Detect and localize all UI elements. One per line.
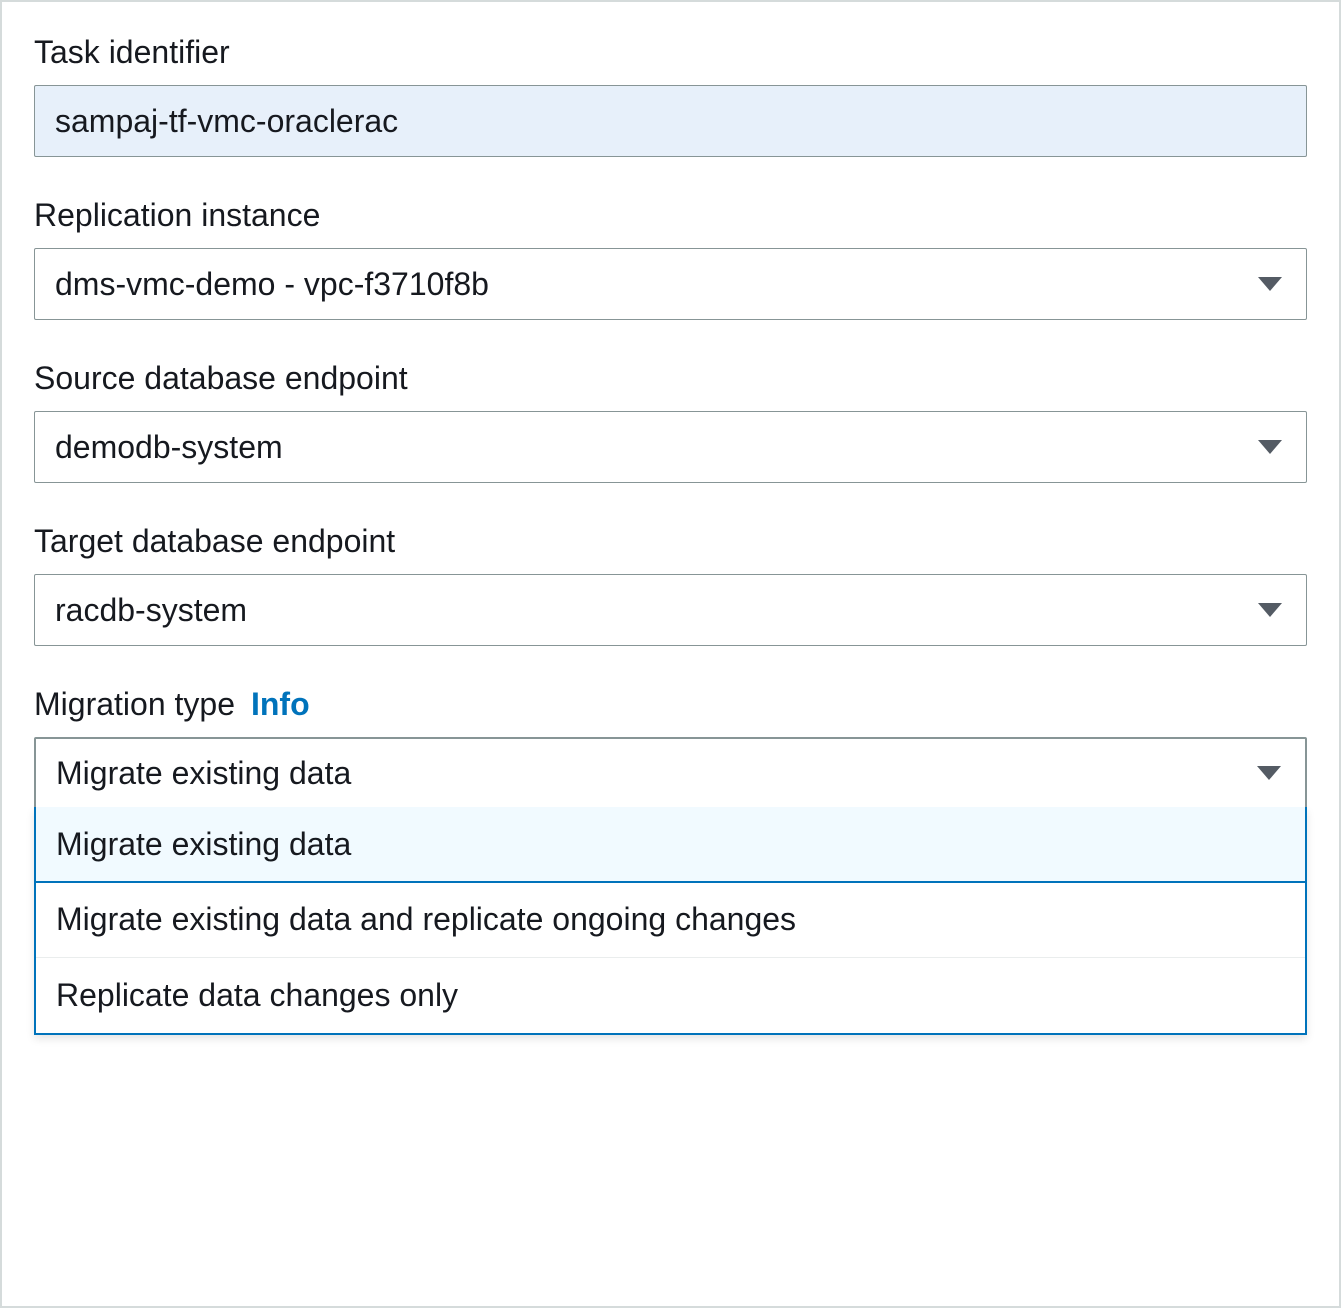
target-endpoint-select[interactable]: racdb-system [34, 574, 1307, 646]
migration-type-option[interactable]: Migrate existing data [34, 807, 1307, 883]
target-endpoint-label: Target database endpoint [34, 523, 395, 560]
migration-type-select[interactable]: Migrate existing data [34, 737, 1307, 809]
replication-instance-group: Replication instance dms-vmc-demo - vpc-… [34, 197, 1307, 320]
migration-type-group: Migration type Info Migrate existing dat… [34, 686, 1307, 1035]
caret-down-icon [1257, 766, 1281, 780]
replication-instance-label: Replication instance [34, 197, 320, 234]
migration-type-dropdown: Migrate existing data Migrate existing d… [34, 807, 1307, 1035]
task-identifier-input[interactable] [34, 85, 1307, 157]
target-endpoint-group: Target database endpoint racdb-system [34, 523, 1307, 646]
target-endpoint-value: racdb-system [55, 592, 247, 629]
source-endpoint-label: Source database endpoint [34, 360, 408, 397]
replication-instance-value: dms-vmc-demo - vpc-f3710f8b [55, 266, 489, 303]
migration-type-option[interactable]: Replicate data changes only [36, 957, 1305, 1033]
caret-down-icon [1258, 603, 1282, 617]
source-endpoint-value: demodb-system [55, 429, 283, 466]
caret-down-icon [1258, 440, 1282, 454]
task-identifier-label: Task identifier [34, 34, 230, 71]
migration-type-option[interactable]: Migrate existing data and replicate ongo… [36, 881, 1305, 957]
caret-down-icon [1258, 277, 1282, 291]
task-configuration-panel: Task identifier Replication instance dms… [0, 0, 1341, 1308]
migration-type-value: Migrate existing data [56, 755, 351, 792]
source-endpoint-select[interactable]: demodb-system [34, 411, 1307, 483]
task-identifier-group: Task identifier [34, 34, 1307, 157]
migration-type-info-link[interactable]: Info [251, 686, 310, 723]
migration-type-label: Migration type [34, 686, 235, 723]
replication-instance-select[interactable]: dms-vmc-demo - vpc-f3710f8b [34, 248, 1307, 320]
source-endpoint-group: Source database endpoint demodb-system [34, 360, 1307, 483]
